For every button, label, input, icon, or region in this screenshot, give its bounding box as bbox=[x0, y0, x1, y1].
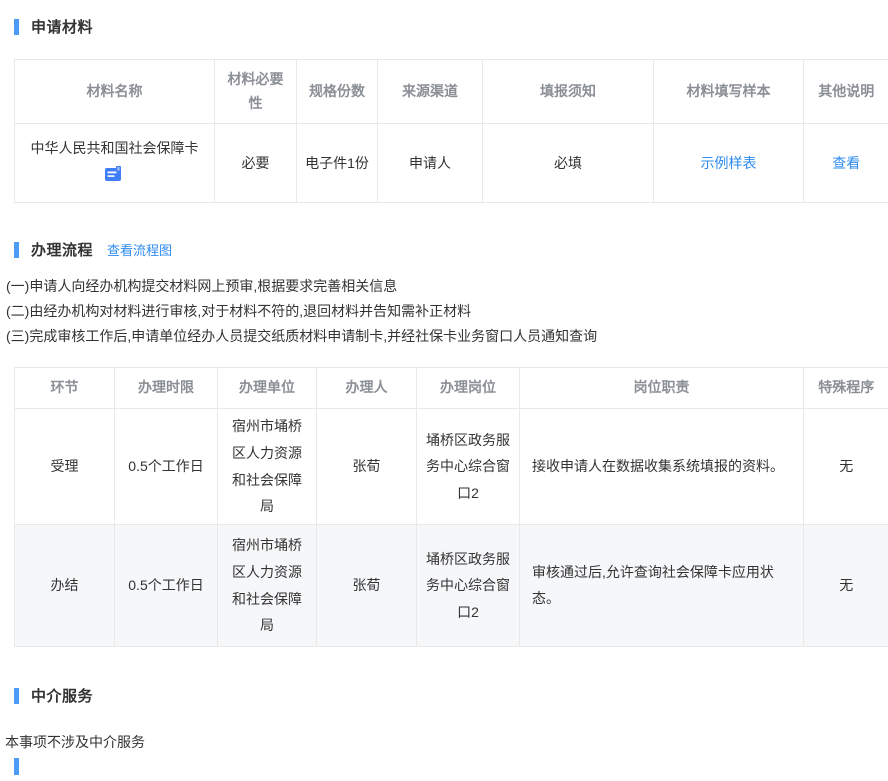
duty-cell: 审核通过后,允许查询社会保障卡应用状态。 bbox=[520, 525, 804, 647]
section-accent-bar bbox=[14, 19, 19, 35]
col-time-limit: 办理时限 bbox=[115, 368, 218, 409]
sample-table-link[interactable]: 示例样表 bbox=[701, 155, 757, 171]
material-notice-cell: 必填 bbox=[483, 124, 654, 203]
agency-section-header: 中介服务 bbox=[0, 685, 888, 706]
material-other-cell: 查看 bbox=[804, 124, 888, 203]
col-filling-sample: 材料填写样本 bbox=[654, 60, 804, 124]
materials-table-header-row: 材料名称 材料必要性 规格份数 来源渠道 填报须知 材料填写样本 其他说明 bbox=[15, 60, 888, 124]
post-cell: 埇桥区政务服务中心综合窗口2 bbox=[417, 525, 520, 647]
col-material-necessity: 材料必要性 bbox=[215, 60, 297, 124]
materials-section-title: 申请材料 bbox=[31, 16, 93, 37]
section-accent-bar bbox=[14, 242, 19, 258]
process-row-accept: 受理 0.5个工作日 宿州市埇桥区人力资源和社会保障局 张荀 埇桥区政务服务中心… bbox=[15, 409, 888, 525]
agency-note: 本事项不涉及中介服务 bbox=[5, 732, 888, 752]
materials-table: 材料名称 材料必要性 规格份数 来源渠道 填报须知 材料填写样本 其他说明 中华… bbox=[14, 59, 888, 203]
process-section-title: 办理流程 bbox=[31, 239, 93, 260]
card-icon[interactable] bbox=[105, 163, 124, 190]
process-step-1: (一)申请人向经办机构提交材料网上预审,根据要求完善相关信息 bbox=[6, 274, 888, 299]
step-cell: 办结 bbox=[15, 525, 115, 647]
special-cell: 无 bbox=[804, 525, 888, 647]
view-flowchart-link[interactable]: 查看流程图 bbox=[107, 240, 172, 259]
col-handling-unit: 办理单位 bbox=[218, 368, 317, 409]
time-cell: 0.5个工作日 bbox=[115, 525, 218, 647]
material-name-cell: 中华人民共和国社会保障卡 bbox=[15, 124, 215, 203]
person-cell: 张荀 bbox=[317, 409, 417, 525]
time-cell: 0.5个工作日 bbox=[115, 409, 218, 525]
next-section-accent-bar bbox=[14, 758, 19, 775]
person-cell: 张荀 bbox=[317, 525, 417, 647]
post-cell: 埇桥区政务服务中心综合窗口2 bbox=[417, 409, 520, 525]
material-necessity-cell: 必要 bbox=[215, 124, 297, 203]
step-cell: 受理 bbox=[15, 409, 115, 525]
material-row: 中华人民共和国社会保障卡 必要 电子件1份 申请人 必填 示例样表 bbox=[15, 124, 888, 203]
duty-cell: 接收申请人在数据收集系统填报的资料。 bbox=[520, 409, 804, 525]
col-post-duty: 岗位职责 bbox=[520, 368, 804, 409]
col-step: 环节 bbox=[15, 368, 115, 409]
col-filling-notice: 填报须知 bbox=[483, 60, 654, 124]
col-handling-post: 办理岗位 bbox=[417, 368, 520, 409]
material-spec-cell: 电子件1份 bbox=[297, 124, 378, 203]
agency-section-title: 中介服务 bbox=[31, 685, 93, 706]
process-steps: (一)申请人向经办机构提交材料网上预审,根据要求完善相关信息 (二)由经办机构对… bbox=[6, 274, 888, 349]
unit-cell: 宿州市埇桥区人力资源和社会保障局 bbox=[218, 525, 317, 647]
process-step-2: (二)由经办机构对材料进行审核,对于材料不符的,退回材料并告知需补正材料 bbox=[6, 299, 888, 324]
special-cell: 无 bbox=[804, 409, 888, 525]
material-source-cell: 申请人 bbox=[378, 124, 483, 203]
col-spec-copies: 规格份数 bbox=[297, 60, 378, 124]
materials-section-header: 申请材料 bbox=[0, 0, 888, 37]
process-table-header-row: 环节 办理时限 办理单位 办理人 办理岗位 岗位职责 特殊程序 bbox=[15, 368, 888, 409]
material-sample-cell: 示例样表 bbox=[654, 124, 804, 203]
material-name-text: 中华人民共和国社会保障卡 bbox=[23, 137, 206, 159]
view-link[interactable]: 查看 bbox=[832, 155, 860, 171]
process-step-3: (三)完成审核工作后,申请单位经办人员提交纸质材料申请制卡,并经社保卡业务窗口人… bbox=[6, 324, 888, 349]
process-section-header: 办理流程 查看流程图 bbox=[0, 239, 888, 260]
col-source-channel: 来源渠道 bbox=[378, 60, 483, 124]
section-accent-bar bbox=[14, 688, 19, 704]
process-table: 环节 办理时限 办理单位 办理人 办理岗位 岗位职责 特殊程序 受理 0.5个工… bbox=[14, 367, 888, 647]
col-other-notes: 其他说明 bbox=[804, 60, 888, 124]
unit-cell: 宿州市埇桥区人力资源和社会保障局 bbox=[218, 409, 317, 525]
col-handler: 办理人 bbox=[317, 368, 417, 409]
col-special-procedure: 特殊程序 bbox=[804, 368, 888, 409]
col-material-name: 材料名称 bbox=[15, 60, 215, 124]
process-row-complete: 办结 0.5个工作日 宿州市埇桥区人力资源和社会保障局 张荀 埇桥区政务服务中心… bbox=[15, 525, 888, 647]
